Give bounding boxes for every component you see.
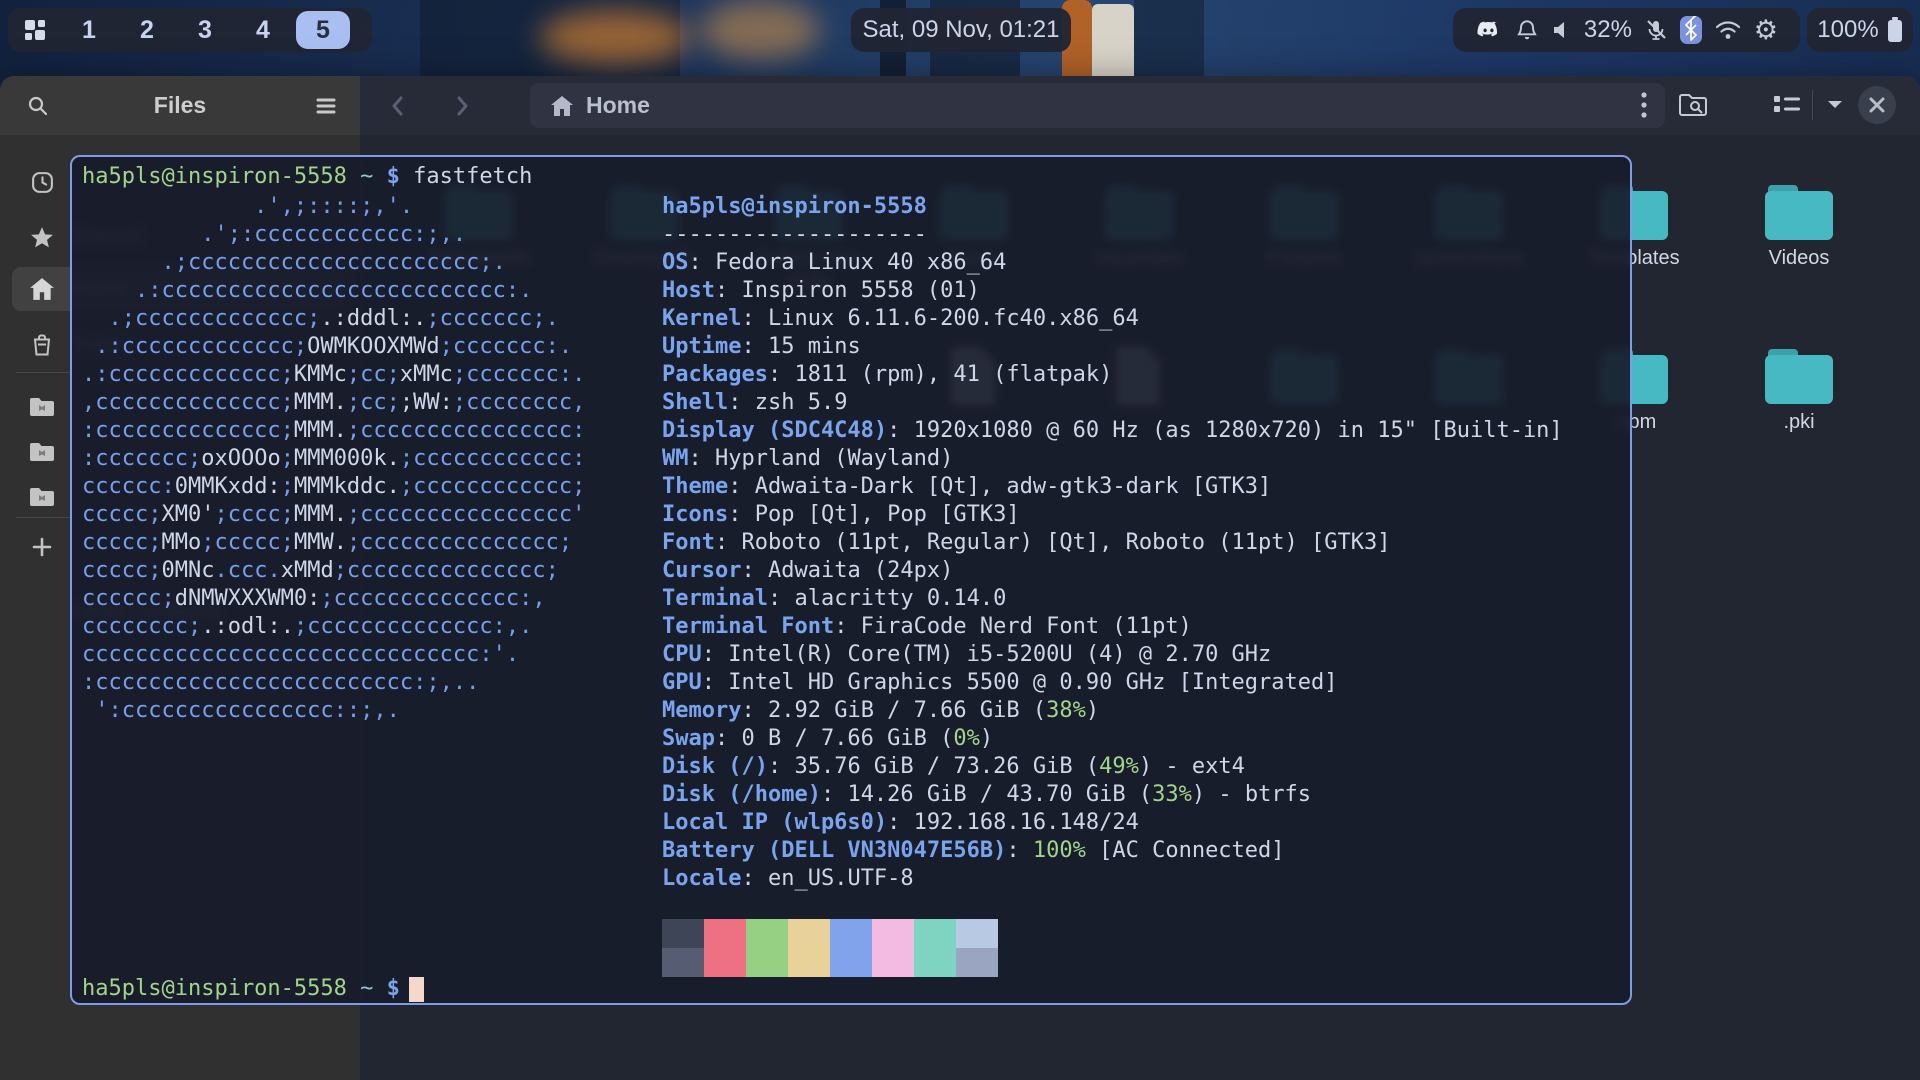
files-app-title: Files xyxy=(0,92,360,119)
palette-swatch-8 xyxy=(956,919,998,977)
app-grid-icon[interactable] xyxy=(22,17,48,43)
palette-swatch-1 xyxy=(662,919,704,977)
kebab-menu-icon[interactable] xyxy=(1639,89,1649,121)
notification-bell-icon[interactable] xyxy=(1514,17,1540,43)
wifi-icon[interactable] xyxy=(1714,18,1742,42)
clock-icon xyxy=(12,170,72,195)
terminal-prompt-line: ha5pls@inspiron-5558 ~ $ fastfetch xyxy=(82,163,532,191)
clock-label: Sat, 09 Nov, 01:21 xyxy=(862,16,1059,44)
trash-icon xyxy=(12,333,72,358)
item-label: .pki xyxy=(1724,411,1874,434)
bfolder-icon xyxy=(12,486,72,508)
workspace-3[interactable]: 3 xyxy=(180,16,230,45)
star-icon xyxy=(12,225,72,250)
microphone-muted-icon[interactable] xyxy=(1644,18,1668,42)
folder-icon xyxy=(1724,347,1874,405)
folder-icon xyxy=(1724,183,1874,241)
bfolder-icon xyxy=(12,441,72,463)
workspace-4[interactable]: 4 xyxy=(238,16,288,45)
hamburger-menu-icon[interactable] xyxy=(314,96,338,116)
terminal-window[interactable]: ha5pls@inspiron-5558 ~ $ fastfetch .',;:… xyxy=(70,155,1632,1005)
item-label: Videos xyxy=(1724,247,1874,270)
toolbar-divider xyxy=(1812,90,1813,120)
settings-gear-icon[interactable]: ⚙ xyxy=(1754,17,1778,44)
window-close-button[interactable] xyxy=(1858,86,1896,124)
battery-level: 100% xyxy=(1817,16,1878,44)
volume-icon[interactable] xyxy=(1552,20,1572,40)
fastfetch-logo: .',;::::;,'. .';:cccccccccccc:;,. .;cccc… xyxy=(82,193,585,725)
fastfetch-info: ha5pls@inspiron-5558 -------------------… xyxy=(662,193,1563,893)
palette-swatch-2 xyxy=(704,919,746,977)
path-tab-label: Home xyxy=(586,92,650,119)
back-button[interactable] xyxy=(382,90,414,122)
home-icon xyxy=(550,95,574,117)
bfolder-icon xyxy=(12,396,72,418)
desktop: 12345 Sat, 09 Nov, 01:21 32% xyxy=(0,0,1920,1080)
palette-swatch-4 xyxy=(788,919,830,977)
view-options-chevron-icon[interactable] xyxy=(1824,94,1846,114)
volume-level: 32% xyxy=(1584,16,1632,44)
workspace-2[interactable]: 2 xyxy=(122,16,172,45)
workspaces-pill: 12345 xyxy=(8,8,372,52)
forward-button[interactable] xyxy=(446,90,478,122)
battery-icon xyxy=(1887,17,1903,43)
list-view-icon[interactable] xyxy=(1772,92,1802,116)
workspace-5[interactable]: 5 xyxy=(296,11,350,49)
sidebar-header: Files xyxy=(0,76,360,135)
battery-pill[interactable]: 100% xyxy=(1807,8,1913,52)
palette-swatch-5 xyxy=(830,919,872,977)
sidebar-divider xyxy=(16,372,72,373)
palette-swatch-6 xyxy=(872,919,914,977)
workspace-1[interactable]: 1 xyxy=(64,16,114,45)
folder-item-videos[interactable]: Videos xyxy=(1724,183,1874,270)
bluetooth-icon[interactable] xyxy=(1680,16,1702,44)
home-icon xyxy=(12,277,72,301)
files-header: Files Home xyxy=(0,76,1920,135)
terminal-prompt-line-2: ha5pls@inspiron-5558 ~ $ xyxy=(82,975,424,1003)
search-folder-icon[interactable] xyxy=(1678,92,1708,118)
discord-icon[interactable] xyxy=(1475,17,1502,44)
plus-icon xyxy=(12,536,72,558)
path-tab-home[interactable]: Home xyxy=(530,83,1665,128)
terminal-cursor xyxy=(409,977,424,1002)
header-bar: Home xyxy=(360,76,1920,135)
workspace-list: 12345 xyxy=(56,11,358,49)
top-bar: 12345 Sat, 09 Nov, 01:21 32% xyxy=(0,0,1920,60)
folder-item--pki[interactable]: .pki xyxy=(1724,347,1874,434)
system-tray: 32% ⚙ xyxy=(1453,8,1800,52)
clock-pill[interactable]: Sat, 09 Nov, 01:21 xyxy=(851,8,1071,52)
palette-swatch-3 xyxy=(746,919,788,977)
palette-swatch-7 xyxy=(914,919,956,977)
terminal-color-palette xyxy=(662,919,998,977)
